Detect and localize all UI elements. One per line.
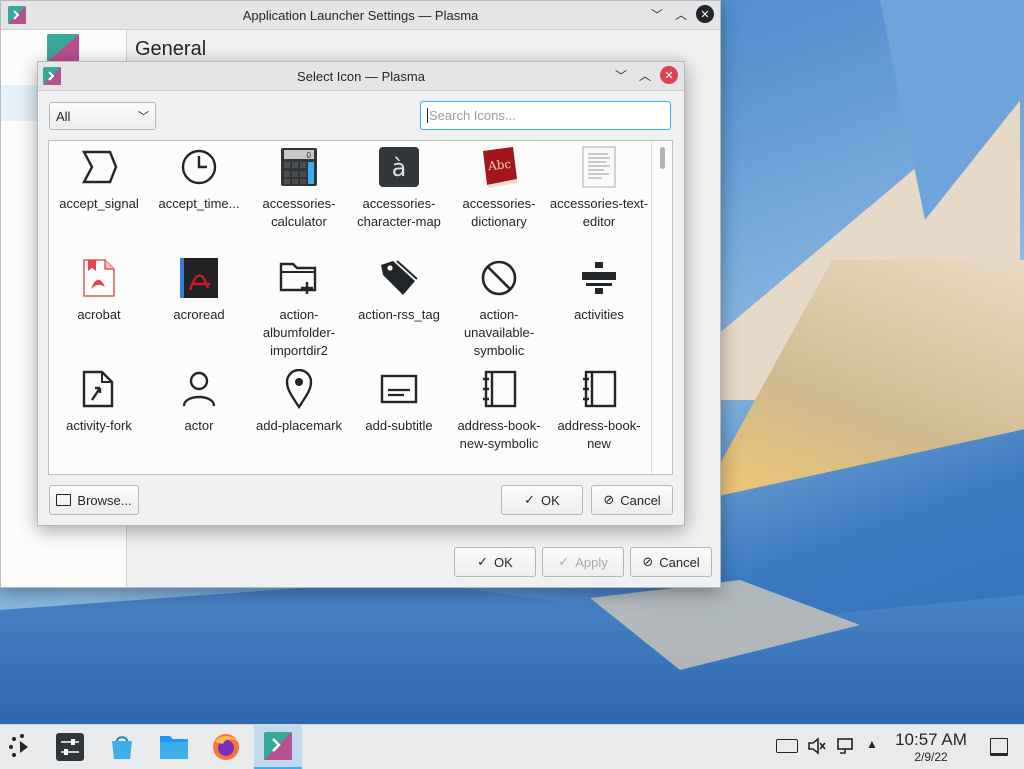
tag-icon (377, 256, 421, 300)
activities-icon (577, 256, 621, 300)
svg-text:à: à (392, 154, 407, 182)
folder-icon (56, 494, 72, 506)
acrobat-icon (77, 256, 121, 300)
icon-item-action-unavailable-symbolic[interactable]: action-unavailable-symbolic (449, 252, 549, 360)
parent-apply-button[interactable]: ✓ Apply (542, 547, 624, 577)
file-fork-icon (77, 367, 121, 411)
icon-item-add-placemark[interactable]: add-placemark (249, 363, 349, 435)
clock-icon (177, 145, 221, 189)
keyboard-icon[interactable] (776, 739, 798, 753)
close-button[interactable]: ✕ (696, 5, 714, 23)
check-icon: ✓ (524, 492, 536, 507)
unavailable-icon (477, 256, 521, 300)
icon-item-accept-time[interactable]: accept_time... (149, 141, 249, 213)
browse-button[interactable]: Browse... (49, 485, 139, 515)
acroread-icon (177, 256, 221, 300)
icon-item-accessories-dictionary[interactable]: Abc accessories-dictionary (449, 141, 549, 231)
icon-item-add-subtitle[interactable]: add-subtitle (349, 363, 449, 435)
show-desktop-icon[interactable] (990, 738, 1008, 756)
icon-item-address-book-new-symbolic[interactable]: address-book-new-symbolic (449, 363, 549, 453)
icon-item-actor[interactable]: actor (149, 363, 249, 435)
minimize-button[interactable]: ﹀ (612, 66, 630, 84)
icon-item-activities[interactable]: activities (549, 252, 649, 324)
plasma-settings-taskbar-item[interactable] (254, 725, 302, 769)
icon-item-address-book-new[interactable]: address-book-new (549, 363, 649, 453)
folder-add-icon (277, 256, 321, 300)
parent-ok-button[interactable]: ✓ OK (454, 547, 536, 577)
calculator-icon: 0 (277, 145, 321, 189)
icon-item-accept-signal[interactable]: accept_signal (49, 141, 149, 213)
character-map-icon: à (377, 145, 421, 189)
check-icon: ✓ (477, 554, 489, 569)
dialog-title: Select Icon — Plasma (297, 68, 425, 84)
maximize-button[interactable]: ︿ (672, 5, 690, 23)
icon-grid-scrollbar[interactable] (651, 141, 672, 474)
icon-item-acroread[interactable]: acroread (149, 252, 249, 324)
parent-window-title: Application Launcher Settings — Plasma (242, 7, 479, 23)
check-icon: ✓ (558, 554, 570, 569)
chevron-down-icon: ﹀ (138, 111, 149, 123)
cancel-icon: ⊘ (603, 492, 615, 507)
app-launcher-category-icon[interactable] (47, 34, 79, 62)
icon-item-acrobat[interactable]: acrobat (49, 252, 149, 324)
icon-item-accessories-text-editor[interactable]: accessories-text-editor (549, 141, 649, 231)
plasma-settings-icon (264, 732, 292, 760)
icon-item-accessories-calculator[interactable]: 0 accessories-calculator (249, 141, 349, 231)
network-wired-icon[interactable] (836, 736, 856, 756)
sigma-icon (77, 145, 121, 189)
firefox-icon[interactable] (210, 731, 242, 763)
icon-grid: accept_signal accept_time... 0 accessori… (48, 140, 673, 475)
digital-clock[interactable]: 10:57 AM 2/9/22 (890, 730, 972, 764)
volume-muted-icon[interactable] (806, 736, 826, 756)
person-icon (177, 367, 221, 411)
parent-titlebar: Application Launcher Settings — Plasma ﹀… (1, 1, 720, 30)
address-book-icon (477, 367, 521, 411)
scrollbar-thumb[interactable] (660, 147, 665, 169)
category-dropdown[interactable]: All ﹀ (49, 102, 156, 130)
address-book-icon (577, 367, 621, 411)
clock-date: 2/9/22 (914, 750, 948, 764)
minimize-button[interactable]: ﹀ (648, 5, 666, 23)
close-button[interactable]: ✕ (660, 66, 678, 84)
subtitle-icon (377, 367, 421, 411)
search-input[interactable]: Search Icons... (420, 101, 671, 130)
icon-item-accessories-character-map[interactable]: à accessories-character-map (349, 141, 449, 231)
discover-icon[interactable] (106, 731, 138, 763)
dictionary-icon: Abc (477, 145, 521, 189)
cancel-icon: ⊘ (642, 554, 654, 569)
icon-item-action-albumfolder-importdir2[interactable]: action-albumfolder-importdir2 (249, 252, 349, 360)
icon-item-action-rss-tag[interactable]: action-rss_tag (349, 252, 449, 324)
system-settings-icon[interactable] (54, 731, 86, 763)
icon-item-activity-fork[interactable]: activity-fork (49, 363, 149, 435)
svg-text:0: 0 (307, 151, 312, 160)
application-launcher-icon[interactable] (6, 731, 38, 763)
parent-cancel-button[interactable]: ⊘ Cancel (630, 547, 712, 577)
svg-text:Abc: Abc (486, 157, 512, 173)
placemark-icon (277, 367, 321, 411)
cancel-button[interactable]: ⊘ Cancel (591, 485, 673, 515)
maximize-button[interactable]: ︿ (636, 66, 654, 84)
taskbar: ▲ 10:57 AM 2/9/22 (0, 724, 1024, 769)
system-tray-expand-icon[interactable]: ▲ (866, 737, 878, 751)
clock-time: 10:57 AM (895, 730, 967, 749)
dialog-titlebar: Select Icon — Plasma ﹀ ︿ ✕ (38, 62, 684, 91)
ok-button[interactable]: ✓ OK (501, 485, 583, 515)
text-editor-icon (577, 145, 621, 189)
dolphin-folder-icon[interactable] (158, 731, 190, 763)
parent-page-title: General (135, 38, 207, 60)
